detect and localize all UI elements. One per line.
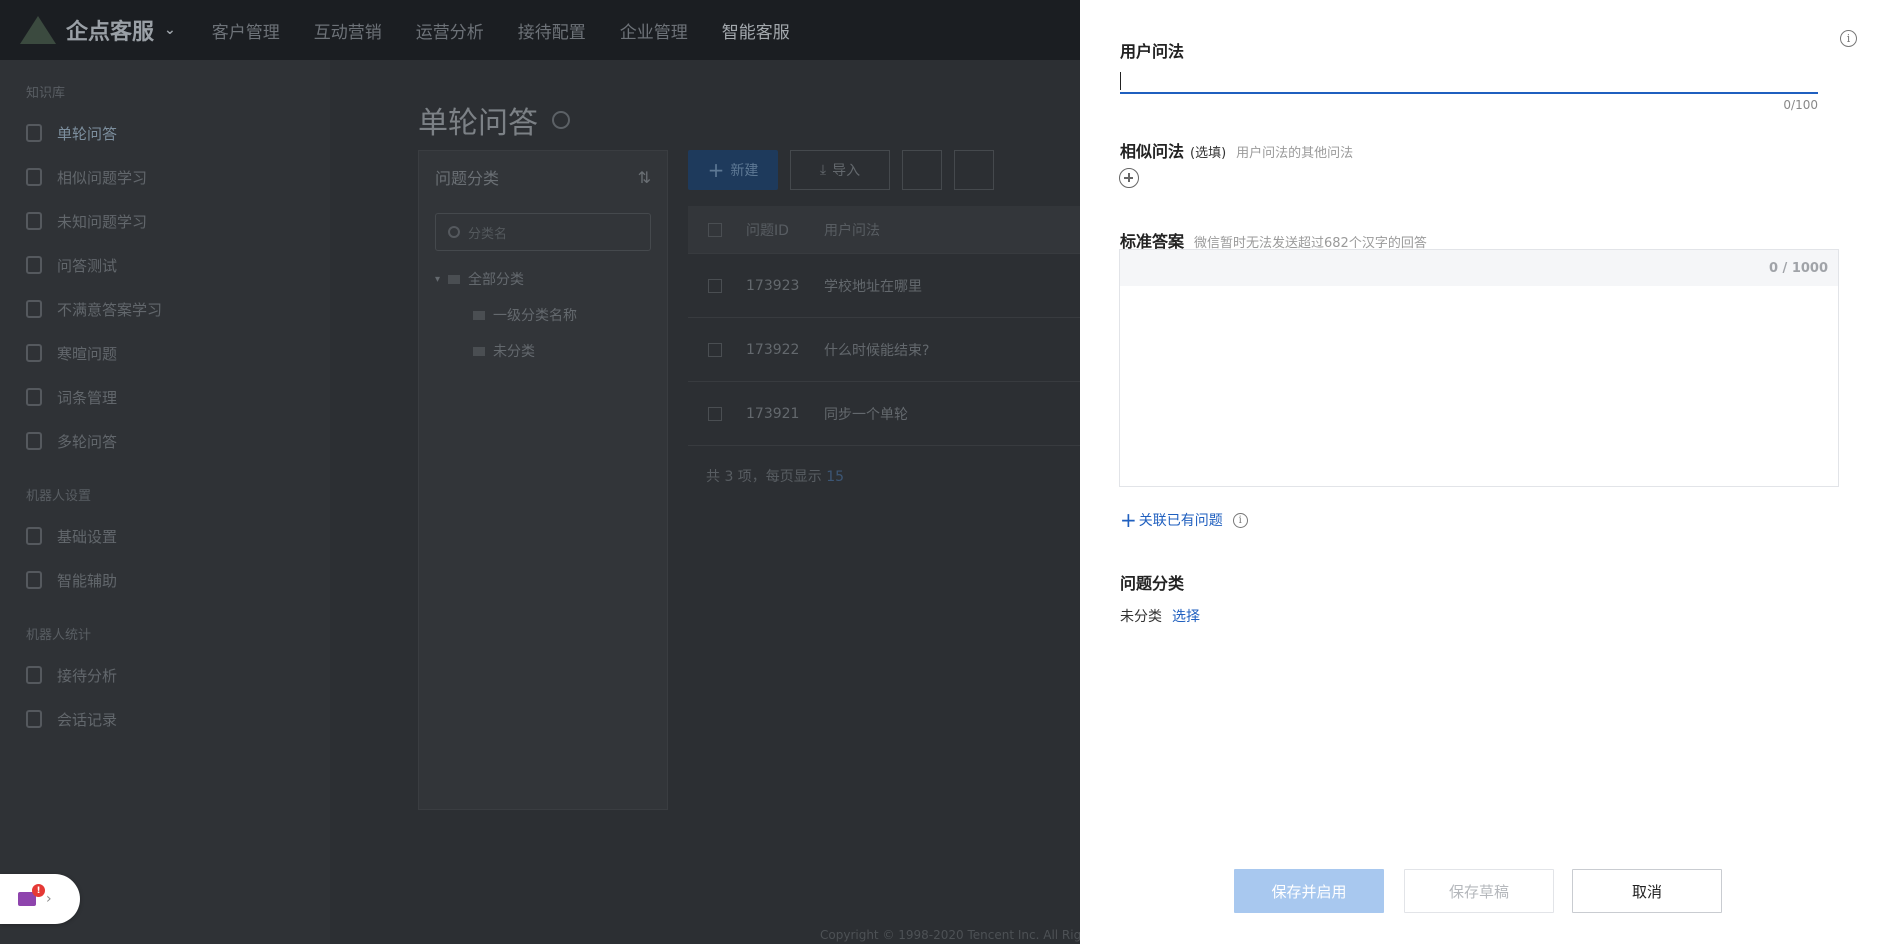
chart-icon: [26, 666, 42, 684]
table-row[interactable]: 173923 学校地址在哪里: [688, 254, 1080, 318]
category-panel-header: 问题分类 ⇅: [435, 167, 651, 189]
document-icon: [26, 124, 42, 142]
sidebar-item-unknown-learning[interactable]: 未知问题学习: [0, 199, 330, 243]
category-panel: 问题分类 ⇅ 分类名 ▾ 全部分类 一级分类名称 未分类: [418, 150, 668, 810]
answer-counter: 0 / 1000: [1768, 260, 1828, 276]
cancel-button[interactable]: 取消: [1572, 869, 1722, 913]
caret-down-icon: ▾: [435, 273, 441, 285]
standard-answer-textarea[interactable]: [1120, 286, 1838, 486]
select-all-checkbox[interactable]: [708, 222, 722, 237]
sidebar-item-basic-settings[interactable]: 基础设置: [0, 514, 330, 558]
table-row[interactable]: 173922 什么时候能结束?: [688, 318, 1080, 382]
table-header-row: 问题ID 用户问法: [688, 206, 1080, 254]
nav-item-reception[interactable]: 接待配置: [518, 18, 586, 43]
folder-icon: [473, 346, 485, 356]
answer-editor-toolbar: 0 / 1000: [1120, 250, 1838, 286]
pin-icon: [26, 571, 42, 589]
chat-icon: [26, 344, 42, 362]
move-folder-button[interactable]: [902, 150, 942, 190]
row-checkbox[interactable]: [708, 278, 722, 293]
table-row[interactable]: 173921 同步一个单轮: [688, 382, 1080, 446]
sidebar-item-qa-test[interactable]: 问答测试: [0, 243, 330, 287]
import-icon: ⤓: [819, 162, 827, 178]
row-checkbox[interactable]: [708, 342, 722, 357]
plus-icon: +: [707, 158, 725, 182]
new-button[interactable]: + 新建: [688, 150, 778, 190]
user-question-input[interactable]: [1120, 68, 1818, 94]
dictionary-icon: [26, 388, 42, 406]
sidebar-item-session-records[interactable]: 会话记录: [0, 697, 330, 741]
link-existing-question[interactable]: + 关联已有问题 i: [1120, 510, 1248, 530]
sidebar-group-knowledge: 知识库: [26, 86, 66, 101]
nav-item-customers[interactable]: 客户管理: [212, 18, 280, 43]
user-question-counter: 0/100: [1783, 98, 1818, 112]
help-icon[interactable]: [552, 111, 570, 129]
mail-icon: !: [18, 884, 45, 906]
info-icon[interactable]: i: [1232, 512, 1248, 528]
folder-icon: [473, 310, 485, 320]
feedback-icon: [26, 300, 42, 318]
import-button[interactable]: ⤓ 导入: [790, 150, 890, 190]
chevron-down-icon: ⌄: [164, 22, 176, 38]
pagination-info: 共 3 项，每页显示 15: [706, 469, 845, 485]
page-title: 单轮问答: [418, 98, 570, 142]
nav-item-smart-service[interactable]: 智能客服: [722, 18, 790, 43]
row-checkbox[interactable]: [708, 406, 722, 421]
tree-item-all[interactable]: ▾ 全部分类: [419, 261, 667, 297]
similar-question-hint: 用户问法的其他问法: [1236, 146, 1354, 161]
top-nav: 客户管理 互动营销 运营分析 接待配置 企业管理 智能客服: [212, 18, 824, 43]
chevron-right-icon: ›: [46, 891, 52, 907]
optional-tag: (选填): [1190, 146, 1227, 161]
sidebar-item-dissatisfied-learning[interactable]: 不满意答案学习: [0, 287, 330, 331]
multi-qa-icon: [26, 432, 42, 450]
save-and-enable-button[interactable]: 保存并启用: [1234, 869, 1384, 913]
save-draft-button[interactable]: 保存草稿: [1404, 869, 1554, 913]
sidebar-group-robot-settings: 机器人设置: [26, 489, 92, 504]
question-category-value: 未分类 选择: [1120, 606, 1200, 626]
sidebar-item-similar-learning[interactable]: 相似问题学习: [0, 155, 330, 199]
info-icon[interactable]: i: [1840, 30, 1857, 47]
tree-item-level1[interactable]: 一级分类名称: [419, 297, 667, 333]
logo-text: 企点客服: [66, 20, 155, 45]
test-icon: [26, 256, 42, 274]
sidebar: 知识库 单轮问答 相似问题学习 未知问题学习 问答测试 不满意答案学习 寒暄问题…: [0, 60, 330, 944]
sidebar-item-reception-analysis[interactable]: 接待分析: [0, 653, 330, 697]
plus-icon: +: [1120, 508, 1137, 532]
table-toolbar: + 新建 ⤓ 导入: [688, 150, 994, 190]
notification-badge: !: [32, 884, 45, 897]
sidebar-item-terms[interactable]: 词条管理: [0, 375, 330, 419]
delete-button[interactable]: [954, 150, 994, 190]
tree-item-uncategorized[interactable]: 未分类: [419, 333, 667, 369]
robot-icon: [26, 527, 42, 545]
folder-icon: [448, 274, 461, 284]
search-icon: [448, 226, 460, 238]
message-widget[interactable]: ! ›: [0, 874, 80, 924]
sidebar-item-greetings[interactable]: 寒暄问题: [0, 331, 330, 375]
logo-icon: [20, 16, 56, 44]
similar-question-label: 相似问法 (选填) 用户问法的其他问法: [1120, 142, 1354, 161]
nav-item-marketing[interactable]: 互动营销: [314, 18, 382, 43]
app-logo[interactable]: 企点客服 ⌄: [20, 14, 176, 46]
text-caret: [1120, 72, 1121, 90]
sidebar-item-smart-assist[interactable]: 智能辅助: [0, 558, 330, 602]
page-size-select[interactable]: 15: [826, 469, 844, 485]
history-icon: [26, 710, 42, 728]
copyright-text: Copyright © 1998-2020 Tencent Inc. All R…: [820, 928, 1100, 942]
nav-item-analytics[interactable]: 运营分析: [416, 18, 484, 43]
qa-table: 问题ID 用户问法 173923 学校地址在哪里 173922 什么时候能结束?…: [688, 206, 1080, 446]
question-category-label: 问题分类: [1120, 574, 1185, 593]
user-question-label: 用户问法: [1120, 42, 1185, 61]
sidebar-item-single-qa[interactable]: 单轮问答: [0, 111, 330, 155]
select-category-link[interactable]: 选择: [1172, 606, 1200, 626]
document-icon: [26, 168, 42, 186]
nav-item-enterprise[interactable]: 企业管理: [620, 18, 688, 43]
category-search-input[interactable]: 分类名: [435, 213, 651, 251]
sidebar-item-multi-qa[interactable]: 多轮问答: [0, 419, 330, 463]
add-similar-question-icon[interactable]: [1119, 168, 1139, 188]
standard-answer-editor: 0 / 1000: [1119, 249, 1839, 487]
sidebar-group-robot-stats: 机器人统计: [26, 628, 92, 643]
sort-icon[interactable]: ⇅: [638, 168, 651, 187]
question-doc-icon: [26, 212, 42, 230]
